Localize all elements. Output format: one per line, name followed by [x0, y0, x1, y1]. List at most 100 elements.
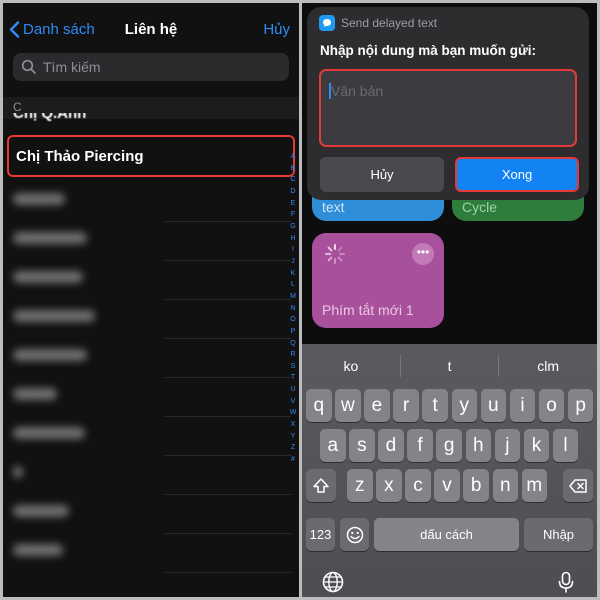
list-item[interactable]: [3, 339, 299, 378]
index-letter[interactable]: C: [290, 174, 295, 186]
shift-icon: [313, 477, 329, 493]
index-letter[interactable]: U: [290, 384, 295, 396]
dialog-prompt: Nhập nội dung mà bạn muốn gửi:: [320, 43, 537, 58]
shortcut-tile-new[interactable]: ••• Phím tắt mới 1: [312, 233, 444, 328]
index-letter[interactable]: V: [291, 396, 296, 408]
key-z[interactable]: z: [347, 469, 373, 502]
index-letter[interactable]: N: [290, 303, 295, 315]
dialog-app-name: Send delayed text: [341, 16, 438, 30]
index-letter[interactable]: A: [291, 151, 296, 163]
key-v[interactable]: v: [434, 469, 460, 502]
key-x[interactable]: x: [376, 469, 402, 502]
suggestion-item[interactable]: t: [401, 344, 499, 386]
key-s[interactable]: s: [349, 429, 375, 462]
index-letter[interactable]: L: [291, 279, 295, 291]
list-item[interactable]: [3, 222, 299, 261]
index-letter[interactable]: W: [290, 407, 297, 419]
key-h[interactable]: h: [465, 429, 491, 462]
search-icon: [21, 59, 36, 74]
key-b[interactable]: b: [463, 469, 489, 502]
list-item[interactable]: Chị Q.Anh: [3, 113, 299, 127]
index-letter[interactable]: S: [291, 361, 296, 373]
key-c[interactable]: c: [405, 469, 431, 502]
index-letter[interactable]: K: [291, 268, 296, 280]
suggestion-item[interactable]: ko: [302, 344, 400, 386]
index-letter[interactable]: Z: [291, 442, 295, 454]
index-letter[interactable]: R: [290, 349, 295, 361]
search-input[interactable]: [43, 59, 289, 75]
contacts-nav-bar: Danh sách Liên hệ Hủy: [3, 3, 299, 49]
cancel-button[interactable]: Hủy: [263, 21, 290, 38]
index-letter[interactable]: B: [291, 163, 296, 175]
list-item[interactable]: [3, 417, 299, 456]
key-q[interactable]: q: [306, 389, 332, 422]
input-dialog: Send delayed text Nhập nội dung mà bạn m…: [307, 7, 589, 200]
contact-list: [3, 183, 299, 573]
key-g[interactable]: g: [436, 429, 462, 462]
selected-contact-row[interactable]: Chị Thảo Piercing: [7, 135, 295, 177]
alphabet-index[interactable]: A B C D E F G H I J K L M N O P Q R S T U V W X Y Z #: [287, 151, 299, 466]
keyboard: ko t clm 123 dấu cách Nhập qwertyuiopasd: [302, 344, 597, 597]
key-w[interactable]: w: [335, 389, 361, 422]
index-letter[interactable]: M: [290, 291, 296, 303]
tile-label: Phím tắt mới 1: [322, 302, 414, 318]
index-letter[interactable]: J: [291, 256, 295, 268]
search-bar[interactable]: [13, 53, 289, 81]
index-letter[interactable]: P: [291, 326, 296, 338]
space-key[interactable]: dấu cách: [374, 518, 519, 551]
loading-spinner-icon: [325, 244, 345, 264]
suggestion-bar: ko t clm: [302, 344, 597, 386]
index-letter[interactable]: Q: [290, 338, 295, 350]
message-text-field[interactable]: Văn bản: [319, 69, 577, 147]
index-letter[interactable]: G: [290, 221, 295, 233]
key-y[interactable]: y: [451, 389, 477, 422]
list-item[interactable]: [3, 261, 299, 300]
key-m[interactable]: m: [521, 469, 548, 502]
list-item[interactable]: [3, 495, 299, 534]
key-l[interactable]: l: [552, 429, 579, 462]
list-item[interactable]: [3, 456, 299, 495]
back-button[interactable]: Danh sách: [9, 21, 95, 38]
index-letter[interactable]: H: [290, 233, 295, 245]
key-d[interactable]: d: [378, 429, 404, 462]
key-i[interactable]: i: [509, 389, 536, 422]
list-item[interactable]: [3, 378, 299, 417]
index-letter[interactable]: O: [290, 314, 295, 326]
index-letter[interactable]: X: [291, 419, 296, 431]
index-letter[interactable]: I: [292, 244, 294, 256]
index-letter[interactable]: Y: [291, 431, 296, 443]
key-j[interactable]: j: [494, 429, 521, 462]
index-letter[interactable]: E: [291, 198, 296, 210]
emoji-icon: [346, 526, 363, 543]
microphone-icon[interactable]: [554, 570, 578, 594]
dialog-cancel-button[interactable]: Hủy: [320, 157, 444, 192]
list-item[interactable]: [3, 300, 299, 339]
globe-icon[interactable]: [321, 570, 345, 594]
dialog-done-button[interactable]: Xong: [455, 157, 579, 192]
suggestion-item[interactable]: clm: [499, 344, 597, 386]
key-f[interactable]: f: [407, 429, 433, 462]
contacts-pane: Danh sách Liên hệ Hủy C Chị Q.Anh Chị Th…: [3, 3, 299, 597]
more-options-icon[interactable]: •••: [412, 243, 434, 265]
emoji-key[interactable]: [340, 518, 369, 551]
index-letter[interactable]: D: [290, 186, 295, 198]
key-e[interactable]: e: [364, 389, 390, 422]
key-p[interactable]: p: [567, 389, 594, 422]
list-item[interactable]: [3, 183, 299, 222]
key-t[interactable]: t: [422, 389, 448, 422]
return-key[interactable]: Nhập: [524, 518, 593, 551]
index-letter[interactable]: T: [291, 372, 295, 384]
key-a[interactable]: a: [320, 429, 346, 462]
key-r[interactable]: r: [393, 389, 419, 422]
key-u[interactable]: u: [480, 389, 507, 422]
index-letter[interactable]: F: [291, 209, 295, 221]
shift-key[interactable]: [306, 469, 336, 502]
shortcut-pane: text Cycle ••• Phím tắt mới 1 Send delay…: [302, 3, 597, 597]
key-k[interactable]: k: [523, 429, 550, 462]
delete-key[interactable]: [563, 469, 593, 502]
list-item[interactable]: [3, 534, 299, 573]
key-o[interactable]: o: [538, 389, 565, 422]
key-n[interactable]: n: [492, 469, 518, 502]
index-letter[interactable]: #: [291, 454, 295, 466]
numbers-key[interactable]: 123: [306, 518, 335, 551]
